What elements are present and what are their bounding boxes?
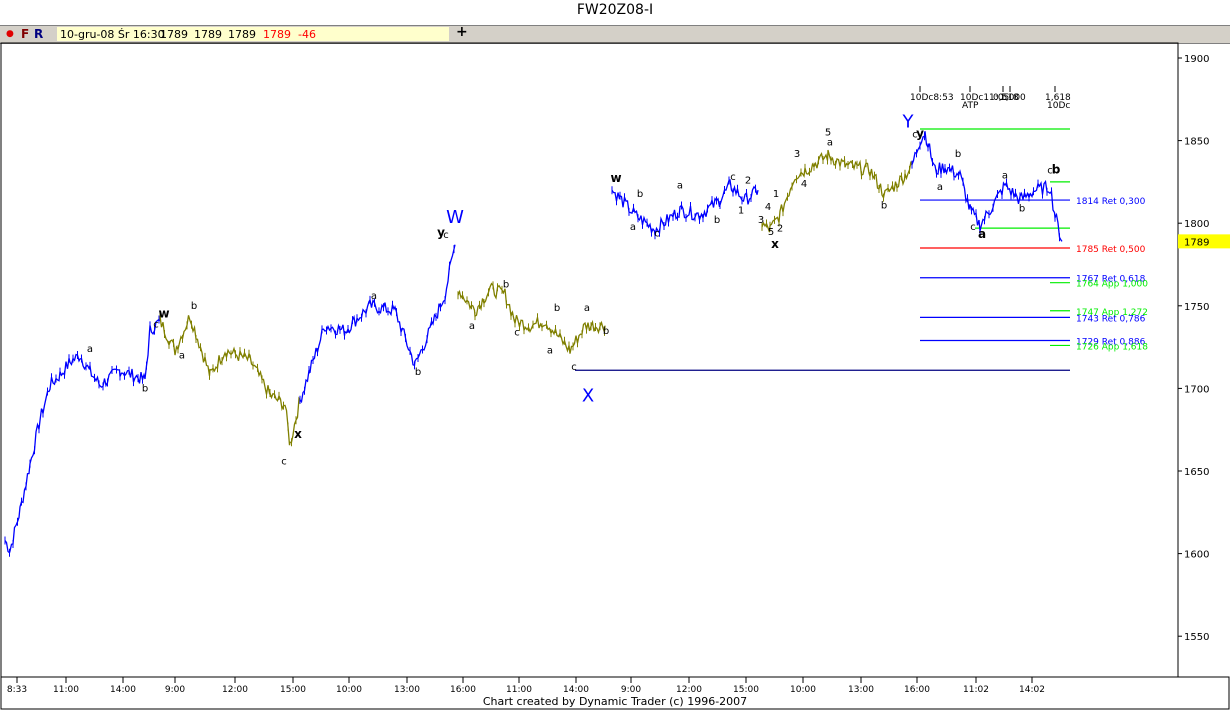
y-tick-label: 1700 [1184,384,1209,395]
x-tick-label: 15:00 [280,685,306,695]
x-tick-label: 16:00 [450,685,476,695]
wave-label: 4 [765,202,771,213]
wave-label: b [1019,204,1025,215]
wave-label: x [771,237,779,251]
wave-label: b [637,189,643,200]
y-tick-label: 1900 [1184,54,1209,65]
x-tick-label: 10:00 [790,685,816,695]
wave-label: c [970,222,976,233]
y-tick-label: 1750 [1184,302,1209,313]
wave-label: a [584,303,590,314]
wave-label: 2 [777,223,783,234]
fib-level-label: 1814 Ret 0,300 [1076,197,1146,207]
wave-label: b [881,200,887,211]
wave-label: X [582,386,594,407]
wave-label: c [153,319,159,330]
x-tick-label: 13:00 [848,685,874,695]
x-tick-label: 14:02 [1019,685,1045,695]
wave-label: a [1002,171,1008,182]
x-tick-label: 10:00 [336,685,362,695]
time-marker-label: 10Dc [1047,101,1070,111]
wave-label: w [610,171,621,185]
price-series [761,149,913,233]
x-tick-label: 11:00 [53,685,79,695]
wave-label: b [1052,163,1061,177]
wave-label: a [87,344,93,355]
price-series [911,131,1063,242]
wave-label: 4 [801,179,807,190]
wave-label: c [514,328,520,339]
wave-label: b [603,326,609,337]
time-marker-label: 1,000 [1000,93,1026,103]
wave-label: a [677,181,683,192]
fib-level-label: 1764 App 1,000 [1076,280,1148,290]
wave-label: a [827,138,833,149]
wave-label: b [955,149,961,160]
x-tick-label: 11:02 [963,685,989,695]
wave-label: a [469,321,475,332]
price-series [457,282,606,354]
wave-label: 1 [773,189,779,200]
price-series [159,315,301,446]
wave-label: 5 [768,227,774,238]
wave-label: b [714,215,720,226]
wave-label: c [443,230,449,241]
x-tick-label: 15:00 [733,685,759,695]
y-tick-label: 1600 [1184,550,1209,561]
wave-label: 2 [745,176,751,187]
fib-level-label: 1726 App 1,618 [1076,342,1148,352]
wave-label: W [446,207,464,228]
wave-label: c [571,362,577,373]
chart-caption: Chart created by Dynamic Trader (c) 1996… [482,695,748,708]
wave-label: x [294,427,302,441]
wave-label: a [179,351,185,362]
wave-label: 3 [794,149,800,160]
wave-label: c [912,129,918,140]
wave-label: c [654,228,660,239]
wave-label: b [415,367,421,378]
x-tick-label: 16:00 [904,685,930,695]
price-chart[interactable]: 1550 1600 1650 1700 1750 1800 1850 1900 1789 8:33… [0,0,1230,710]
wave-label: c [281,456,287,467]
time-marker-label: ATP [962,101,979,111]
wave-label: a [630,222,636,233]
x-tick-label: 11:00 [506,685,532,695]
wave-label: a [978,227,986,241]
x-tick-label: 14:00 [110,685,136,695]
x-tick-label: 8:33 [7,685,27,695]
x-tick-label: 13:00 [394,685,420,695]
x-tick-label: 12:00 [222,685,248,695]
wave-label: c [730,172,736,183]
price-series [4,318,161,554]
y-tick-label: 1650 [1184,467,1209,478]
x-tick-label: 9:00 [165,685,185,695]
x-tick-label: 9:00 [621,685,641,695]
wave-label: a [371,291,377,302]
fib-level-label: 1785 Ret 0,500 [1076,245,1146,255]
wave-label: b [503,280,509,291]
time-marker-label: 10Dc8:53 [910,93,954,103]
wave-label: b [191,301,197,312]
x-tick-label: 12:00 [676,685,702,695]
last-price-label: 1789 [1184,237,1209,248]
wave-label: a [937,182,943,193]
wave-label: w [158,306,169,320]
plot-frame [0,42,1179,678]
y-tick-label: 1850 [1184,137,1209,148]
wave-label: c [1047,166,1053,177]
wave-label: 1 [738,205,744,216]
y-tick-label: 1800 [1184,219,1209,230]
wave-label: b [554,303,560,314]
x-tick-label: 14:00 [563,685,589,695]
y-tick-label: 1550 [1184,632,1209,643]
wave-label: 3 [758,215,764,226]
wave-label: b [142,384,148,395]
wave-label: a [547,346,553,357]
fib-level-label: 1743 Ret 0,786 [1076,314,1146,324]
